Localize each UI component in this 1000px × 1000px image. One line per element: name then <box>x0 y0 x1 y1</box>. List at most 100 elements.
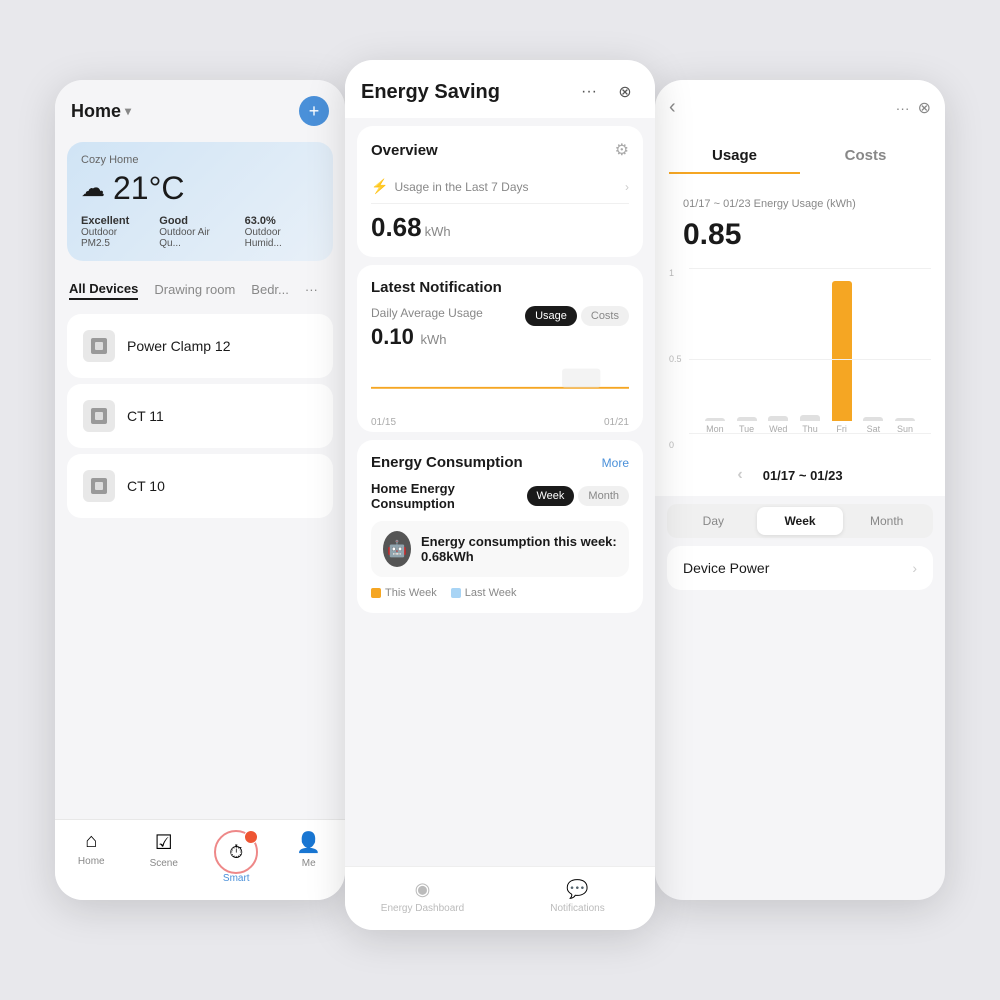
notification-title: Latest Notification <box>371 279 629 296</box>
dashboard-icon: ◉ <box>415 879 431 900</box>
settings-icon[interactable]: ⚙ <box>615 140 629 160</box>
temperature-value: 21°C <box>113 170 185 207</box>
energy-consumption-card: Energy Consumption More Home EnergyConsu… <box>357 440 643 613</box>
device-ct10[interactable]: CT 10 <box>67 454 333 518</box>
tab-all-devices[interactable]: All Devices <box>69 281 138 300</box>
device-power-label: Device Power <box>683 560 769 576</box>
home-header: Home ▾ + <box>55 80 345 134</box>
humidity-stat: 63.0% Outdoor Humid... <box>245 215 319 249</box>
add-button[interactable]: + <box>299 96 329 126</box>
robot-icon: 🤖 <box>383 531 411 567</box>
me-nav-icon: 👤 <box>296 830 321 855</box>
more-button[interactable]: ··· <box>896 100 910 116</box>
nav-scene[interactable]: ☑ Scene <box>128 830 201 884</box>
home-dropdown-icon[interactable]: ▾ <box>125 104 131 118</box>
y-label-05: 0.5 <box>669 354 682 364</box>
ec-header: Energy Consumption More <box>371 454 629 471</box>
costs-button[interactable]: Costs <box>581 306 629 326</box>
energy-saving-title: Energy Saving <box>361 81 500 104</box>
weather-temp: ☁ 21°C <box>81 170 319 207</box>
back-button[interactable]: ‹ <box>669 96 676 119</box>
scene-nav-label: Scene <box>150 858 178 869</box>
grid-line-top <box>689 268 931 269</box>
bar-fri: Fri <box>832 281 852 434</box>
device-power-chevron: › <box>912 560 917 576</box>
tab-drawing-room[interactable]: Drawing room <box>154 282 235 299</box>
header-icons: ··· ⊗ <box>575 78 639 106</box>
cloud-icon: ☁ <box>81 174 105 203</box>
device-power-row[interactable]: Device Power › <box>667 546 933 590</box>
this-week-label: This Week <box>385 587 437 599</box>
week-button[interactable]: Week <box>527 486 575 506</box>
daily-avg-block: Daily Average Usage 0.10 kWh <box>371 306 483 350</box>
bar-mon: Mon <box>705 418 725 434</box>
overview-card: Overview ⚙ ⚡ Usage in the Last 7 Days › … <box>357 126 643 257</box>
header-actions: ··· ⊗ <box>896 98 931 118</box>
screen-usage-costs: ‹ ··· ⊗ Usage Costs 01/17 ~ 01/23 Energy… <box>655 80 945 900</box>
usage-costs-tabs: Usage Costs <box>655 131 945 182</box>
usage-value: 0.85 <box>669 214 931 264</box>
device-name-1: Power Clamp 12 <box>127 338 231 354</box>
smart-nav-label: Smart <box>223 873 250 884</box>
bar-fri-rect <box>832 281 852 421</box>
screen-home: Home ▾ + Cozy Home ☁ 21°C Excellent Outd… <box>55 80 345 900</box>
smart-circle: ⏱ <box>214 830 258 874</box>
chart-date-to: 01/21 <box>604 417 629 428</box>
bar-mon-rect <box>705 418 725 421</box>
month-period-button[interactable]: Month <box>843 507 930 535</box>
nav-home[interactable]: ⌂ Home <box>55 830 128 884</box>
home-title[interactable]: Home ▾ <box>71 101 131 122</box>
month-button[interactable]: Month <box>578 486 629 506</box>
more-link[interactable]: More <box>602 456 629 470</box>
week-period-button[interactable]: Week <box>757 507 844 535</box>
day-period-button[interactable]: Day <box>670 507 757 535</box>
last-week-label: Last Week <box>465 587 517 599</box>
daily-avg-label: Daily Average Usage <box>371 306 483 320</box>
legend-row: This Week Last Week <box>371 587 629 599</box>
tab-costs[interactable]: Costs <box>800 139 931 174</box>
notifications-nav[interactable]: 💬 Notifications <box>500 879 655 914</box>
this-week-dot <box>371 588 381 598</box>
overview-title: Overview <box>371 142 438 159</box>
usage-kwh-unit: kWh <box>425 224 451 239</box>
usage-button[interactable]: Usage <box>525 306 577 326</box>
energy-dashboard-nav[interactable]: ◉ Energy Dashboard <box>345 879 500 914</box>
screen-energy-saving: Energy Saving ··· ⊗ Overview ⚙ ⚡ Usage i… <box>345 60 655 930</box>
more-options-button[interactable]: ··· <box>575 78 603 106</box>
nav-smart[interactable]: ⏱ Smart <box>200 830 273 884</box>
bar-sat-rect <box>863 417 883 421</box>
device-power-clamp[interactable]: Power Clamp 12 <box>67 314 333 378</box>
me-nav-label: Me <box>302 858 316 869</box>
tab-more[interactable]: ··· <box>305 282 318 299</box>
home-nav-icon: ⌂ <box>85 830 97 853</box>
legend-this-week: This Week <box>371 587 437 599</box>
daily-unit: kWh <box>417 332 447 347</box>
tab-bedroom[interactable]: Bedr... <box>251 282 289 299</box>
tab-usage[interactable]: Usage <box>669 139 800 174</box>
device-ct11[interactable]: CT 11 <box>67 384 333 448</box>
bar-chart: 1 0.5 0 Mon Tue <box>669 264 931 454</box>
nav-me[interactable]: 👤 Me <box>273 830 346 884</box>
close-icon[interactable]: ⊗ <box>918 98 931 118</box>
mini-chart: 01/15 01/21 <box>371 358 629 418</box>
bar-wed: Wed <box>768 416 788 434</box>
prev-period-button[interactable]: ‹ <box>737 466 742 484</box>
device-energy-row: 🤖 Energy consumption this week: 0.68kWh <box>371 521 629 577</box>
close-button[interactable]: ⊗ <box>611 78 639 106</box>
home-title-text: Home <box>71 101 121 122</box>
bar-sun: Sun <box>895 418 915 434</box>
current-period-label: 01/17 ~ 01/23 <box>763 468 843 483</box>
bar-sun-rect <box>895 418 915 421</box>
notification-card: Latest Notification Daily Average Usage … <box>357 265 643 432</box>
usage-costs-header: ‹ ··· ⊗ <box>655 80 945 131</box>
device-icon-1 <box>83 330 115 362</box>
energy-consumption-text: Energy consumption this week: 0.68kWh <box>421 534 617 564</box>
dashboard-label: Energy Dashboard <box>381 903 464 914</box>
usage-7days-row[interactable]: ⚡ Usage in the Last 7 Days › <box>371 170 629 204</box>
smart-badge <box>244 830 258 844</box>
overview-header: Overview ⚙ <box>371 140 629 160</box>
date-range-label: 01/17 ~ 01/23 Energy Usage (kWh) <box>669 190 931 214</box>
week-month-buttons: Week Month <box>527 486 630 506</box>
chart-section: 01/17 ~ 01/23 Energy Usage (kWh) 0.85 1 … <box>655 182 945 454</box>
y-label-0: 0 <box>669 440 682 450</box>
